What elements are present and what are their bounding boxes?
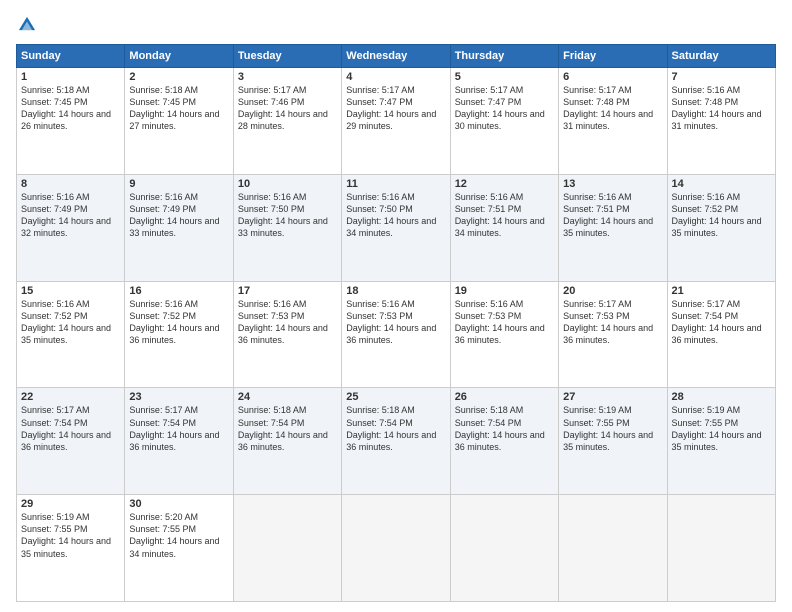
logo-icon: [16, 14, 38, 36]
calendar-day-cell: 29Sunrise: 5:19 AMSunset: 7:55 PMDayligh…: [17, 495, 125, 602]
calendar-day-cell: 6Sunrise: 5:17 AMSunset: 7:48 PMDaylight…: [559, 68, 667, 175]
calendar-day-cell: [559, 495, 667, 602]
calendar-day-cell: 5Sunrise: 5:17 AMSunset: 7:47 PMDaylight…: [450, 68, 558, 175]
calendar-weekday-monday: Monday: [125, 45, 233, 68]
calendar-week-row: 8Sunrise: 5:16 AMSunset: 7:49 PMDaylight…: [17, 174, 776, 281]
calendar-day-cell: 14Sunrise: 5:16 AMSunset: 7:52 PMDayligh…: [667, 174, 775, 281]
calendar-week-row: 15Sunrise: 5:16 AMSunset: 7:52 PMDayligh…: [17, 281, 776, 388]
calendar-week-row: 29Sunrise: 5:19 AMSunset: 7:55 PMDayligh…: [17, 495, 776, 602]
page: SundayMondayTuesdayWednesdayThursdayFrid…: [0, 0, 792, 612]
calendar-day-cell: 7Sunrise: 5:16 AMSunset: 7:48 PMDaylight…: [667, 68, 775, 175]
calendar-day-cell: [667, 495, 775, 602]
calendar-day-cell: [450, 495, 558, 602]
calendar-header-row: SundayMondayTuesdayWednesdayThursdayFrid…: [17, 45, 776, 68]
calendar-day-cell: 22Sunrise: 5:17 AMSunset: 7:54 PMDayligh…: [17, 388, 125, 495]
calendar-day-cell: 21Sunrise: 5:17 AMSunset: 7:54 PMDayligh…: [667, 281, 775, 388]
calendar-day-cell: 13Sunrise: 5:16 AMSunset: 7:51 PMDayligh…: [559, 174, 667, 281]
calendar-weekday-saturday: Saturday: [667, 45, 775, 68]
calendar-week-row: 22Sunrise: 5:17 AMSunset: 7:54 PMDayligh…: [17, 388, 776, 495]
calendar-day-cell: 11Sunrise: 5:16 AMSunset: 7:50 PMDayligh…: [342, 174, 450, 281]
calendar-day-cell: 27Sunrise: 5:19 AMSunset: 7:55 PMDayligh…: [559, 388, 667, 495]
calendar-table: SundayMondayTuesdayWednesdayThursdayFrid…: [16, 44, 776, 602]
calendar-day-cell: [233, 495, 341, 602]
calendar-weekday-sunday: Sunday: [17, 45, 125, 68]
header: [16, 14, 776, 36]
calendar-week-row: 1Sunrise: 5:18 AMSunset: 7:45 PMDaylight…: [17, 68, 776, 175]
calendar-weekday-friday: Friday: [559, 45, 667, 68]
calendar-day-cell: 28Sunrise: 5:19 AMSunset: 7:55 PMDayligh…: [667, 388, 775, 495]
calendar-day-cell: 18Sunrise: 5:16 AMSunset: 7:53 PMDayligh…: [342, 281, 450, 388]
logo: [16, 14, 42, 36]
calendar-day-cell: 9Sunrise: 5:16 AMSunset: 7:49 PMDaylight…: [125, 174, 233, 281]
calendar-day-cell: [342, 495, 450, 602]
calendar-day-cell: 10Sunrise: 5:16 AMSunset: 7:50 PMDayligh…: [233, 174, 341, 281]
calendar-day-cell: 8Sunrise: 5:16 AMSunset: 7:49 PMDaylight…: [17, 174, 125, 281]
calendar-day-cell: 4Sunrise: 5:17 AMSunset: 7:47 PMDaylight…: [342, 68, 450, 175]
calendar-day-cell: 15Sunrise: 5:16 AMSunset: 7:52 PMDayligh…: [17, 281, 125, 388]
calendar-weekday-wednesday: Wednesday: [342, 45, 450, 68]
calendar-day-cell: 17Sunrise: 5:16 AMSunset: 7:53 PMDayligh…: [233, 281, 341, 388]
calendar-day-cell: 24Sunrise: 5:18 AMSunset: 7:54 PMDayligh…: [233, 388, 341, 495]
calendar-day-cell: 23Sunrise: 5:17 AMSunset: 7:54 PMDayligh…: [125, 388, 233, 495]
calendar-day-cell: 26Sunrise: 5:18 AMSunset: 7:54 PMDayligh…: [450, 388, 558, 495]
calendar-day-cell: 16Sunrise: 5:16 AMSunset: 7:52 PMDayligh…: [125, 281, 233, 388]
calendar-day-cell: 3Sunrise: 5:17 AMSunset: 7:46 PMDaylight…: [233, 68, 341, 175]
calendar-day-cell: 20Sunrise: 5:17 AMSunset: 7:53 PMDayligh…: [559, 281, 667, 388]
calendar-weekday-tuesday: Tuesday: [233, 45, 341, 68]
calendar-weekday-thursday: Thursday: [450, 45, 558, 68]
calendar-day-cell: 1Sunrise: 5:18 AMSunset: 7:45 PMDaylight…: [17, 68, 125, 175]
calendar-day-cell: 25Sunrise: 5:18 AMSunset: 7:54 PMDayligh…: [342, 388, 450, 495]
calendar-day-cell: 2Sunrise: 5:18 AMSunset: 7:45 PMDaylight…: [125, 68, 233, 175]
calendar-day-cell: 30Sunrise: 5:20 AMSunset: 7:55 PMDayligh…: [125, 495, 233, 602]
calendar-day-cell: 12Sunrise: 5:16 AMSunset: 7:51 PMDayligh…: [450, 174, 558, 281]
calendar-day-cell: 19Sunrise: 5:16 AMSunset: 7:53 PMDayligh…: [450, 281, 558, 388]
